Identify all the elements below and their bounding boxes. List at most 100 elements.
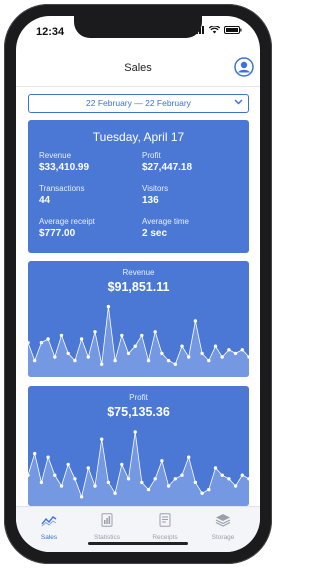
data-point (133, 430, 137, 434)
metric-value: 136 (142, 195, 159, 206)
metric-value: 44 (39, 195, 51, 206)
metric-value: $27,447.18 (142, 162, 193, 173)
data-point (79, 337, 84, 341)
metric-label: Average receipt (39, 217, 95, 226)
data-point (133, 344, 137, 348)
metric-label: Average time (142, 217, 189, 226)
data-point (93, 330, 97, 334)
data-point (100, 437, 104, 441)
battery-icon (224, 26, 242, 34)
tab-storage[interactable]: Storage (198, 513, 248, 541)
profile-avatar-icon[interactable] (234, 57, 254, 77)
data-point (200, 351, 204, 356)
data-point (153, 477, 157, 481)
data-point (180, 344, 184, 348)
data-point (86, 355, 90, 359)
revenue-chart-card[interactable]: Revenue $91,851.11 (28, 261, 249, 377)
data-point (160, 351, 164, 356)
data-point (173, 477, 177, 481)
data-point (187, 355, 191, 359)
data-point (39, 340, 44, 345)
data-point (173, 362, 177, 366)
data-point (213, 344, 218, 348)
data-point (140, 480, 144, 485)
metric-label: Revenue (39, 151, 72, 160)
metric-average-receipt: Average receipt $777.00 (39, 217, 139, 239)
metric-revenue: Revenue $33,410.99 (39, 151, 139, 173)
status-time: 12:34 (36, 26, 65, 38)
data-point (66, 351, 70, 356)
data-point (220, 355, 224, 359)
data-point (200, 491, 204, 495)
tab-label: Storage (211, 534, 235, 541)
tab-statistics[interactable]: Statistics (82, 513, 132, 541)
data-point (93, 484, 97, 488)
data-point (140, 333, 144, 338)
data-point (146, 487, 151, 492)
data-point (187, 455, 191, 459)
chevron-down-icon (234, 99, 243, 105)
data-point (126, 477, 131, 481)
data-point (153, 330, 157, 334)
receipt-icon (159, 513, 171, 527)
tab-sales[interactable]: Sales (24, 513, 74, 541)
data-point (227, 348, 231, 352)
tab-receipts[interactable]: Receipts (140, 513, 190, 541)
profit-chart-card[interactable]: Profit $75,135.36 (28, 386, 249, 506)
metric-label: Transactions (39, 184, 85, 193)
date-range-select[interactable]: 22 February — 22 February (28, 94, 249, 113)
profit-area-chart (28, 430, 249, 506)
data-point (59, 484, 64, 488)
data-point (73, 358, 77, 363)
data-point (73, 477, 77, 481)
date-range-label: 22 February — 22 February (86, 98, 191, 108)
data-point (160, 459, 164, 463)
metric-value: $33,410.99 (39, 162, 90, 173)
data-point (146, 358, 151, 363)
data-point (240, 348, 244, 352)
data-point (180, 473, 184, 477)
data-point (193, 480, 198, 485)
metric-value: $777.00 (39, 228, 76, 239)
data-point (28, 340, 30, 345)
data-point (53, 355, 57, 359)
data-point (33, 451, 37, 456)
chart-total: $91,851.11 (107, 280, 170, 294)
chart-total: $75,135.36 (107, 405, 170, 419)
data-point (207, 358, 211, 363)
chart-title: Revenue (122, 268, 155, 277)
data-point (240, 473, 244, 477)
daily-summary-card: Tuesday, April 17 Revenue $33,410.99 Pro… (28, 120, 249, 253)
app-screen: 12:34 Sales 22 February — 22 February Tu… (16, 16, 260, 552)
data-point (213, 466, 218, 470)
sales-trend-icon (41, 516, 57, 527)
metric-label: Visitors (142, 184, 169, 193)
wifi-icon (209, 26, 220, 34)
summary-date: Tuesday, April 17 (92, 130, 185, 144)
metric-profit: Profit $27,447.18 (142, 151, 242, 173)
data-point (39, 480, 44, 485)
data-point (53, 473, 57, 477)
data-point (86, 466, 90, 470)
data-point (207, 487, 211, 492)
nav-bar: Sales (16, 52, 260, 87)
data-point (193, 319, 198, 323)
data-point (33, 358, 37, 363)
data-point (113, 491, 117, 495)
tab-label: Statistics (93, 534, 120, 541)
data-point (120, 333, 124, 338)
tab-label: Receipts (152, 534, 178, 541)
notch (74, 16, 202, 38)
data-point (46, 455, 50, 459)
storage-icon (215, 514, 231, 527)
metric-transactions: Transactions 44 (39, 184, 139, 206)
series-area (28, 306, 249, 377)
data-point (166, 484, 171, 488)
data-point (46, 337, 50, 341)
data-point (166, 358, 171, 363)
data-point (106, 480, 111, 485)
data-point (220, 473, 224, 477)
chart-title: Profit (129, 393, 148, 402)
tab-bar: Sales Statistics Receipts Storage (16, 506, 260, 552)
data-point (233, 484, 238, 488)
